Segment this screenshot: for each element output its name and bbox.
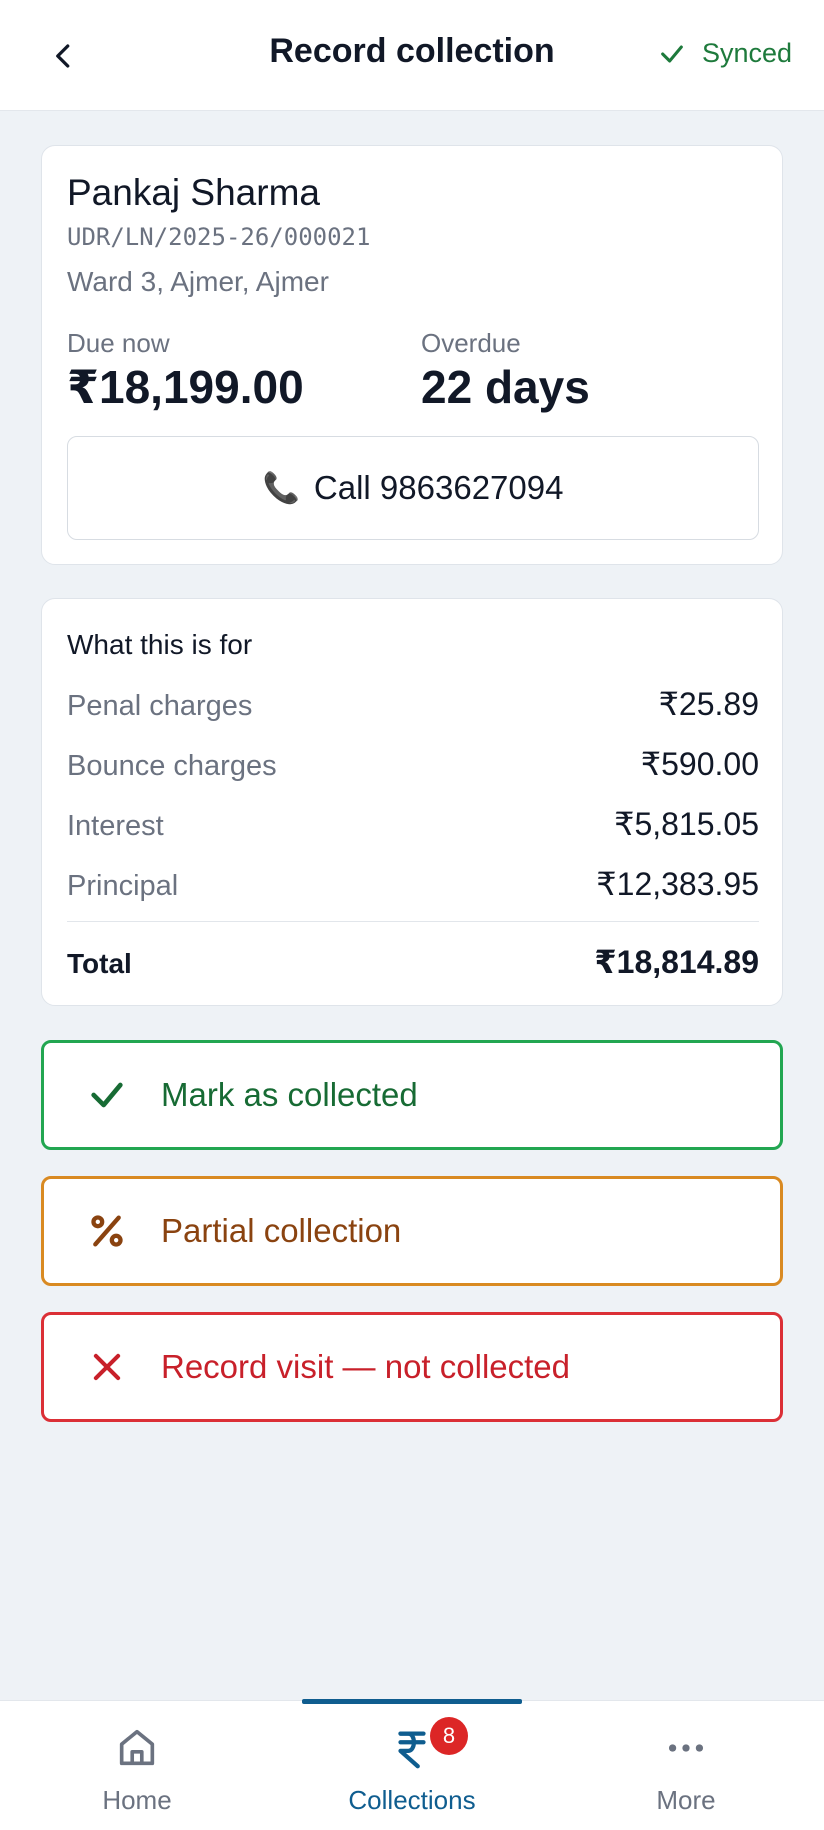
- nav-more-label: More: [656, 1785, 716, 1815]
- borrower-address: Ward 3, Ajmer, Ajmer: [67, 266, 329, 297]
- nav-more[interactable]: More: [549, 1701, 823, 1830]
- breakdown-total-row: Total ₹18,814.89: [67, 943, 759, 981]
- overdue-label: Overdue: [421, 328, 521, 358]
- phone-icon: 📞: [262, 471, 300, 505]
- breakdown-row-value: ₹590.00: [640, 746, 759, 782]
- borrower-name: Pankaj Sharma: [67, 172, 320, 213]
- check-icon: [661, 44, 683, 63]
- breakdown-row-value: ₹12,383.95: [596, 866, 759, 902]
- home-icon: [119, 1729, 155, 1766]
- not-collected-label: Record visit — not collected: [161, 1348, 571, 1385]
- breakdown-row-value: ₹25.89: [658, 686, 759, 722]
- breakdown-card: What this is for Penal charges ₹25.89 Bo…: [41, 598, 783, 1006]
- mark-collected-label: Mark as collected: [161, 1076, 418, 1113]
- due-now-amount: ₹18,199.00: [67, 361, 304, 413]
- not-collected-button[interactable]: Record visit — not collected: [41, 1312, 783, 1422]
- breakdown-row: Interest ₹5,815.05: [67, 805, 759, 843]
- overdue-days: 22 days: [421, 361, 590, 413]
- mark-collected-button[interactable]: Mark as collected: [41, 1040, 783, 1150]
- breakdown-row-label: Interest: [67, 810, 164, 842]
- call-button-label: Call 9863627094: [313, 469, 564, 506]
- breakdown-row-label: Penal charges: [67, 690, 253, 722]
- borrower-card: Pankaj Sharma UDR/LN/2025-26/000021 Ward…: [41, 145, 783, 565]
- breakdown-row-label: Bounce charges: [67, 750, 277, 782]
- nav-collections-label: Collections: [348, 1785, 476, 1815]
- due-now-label: Due now: [67, 328, 170, 358]
- close-icon: [93, 1353, 121, 1381]
- partial-collection-label: Partial collection: [161, 1212, 402, 1249]
- partial-collection-button[interactable]: Partial collection: [41, 1176, 783, 1286]
- nav-collections[interactable]: 8 Collections: [275, 1701, 549, 1830]
- more-icon: [668, 1744, 704, 1752]
- sync-status-label: Synced: [701, 38, 792, 68]
- rupee-icon: [398, 1731, 426, 1769]
- percent-icon: [91, 1215, 123, 1247]
- total-label: Total: [67, 948, 132, 979]
- check-icon: [91, 1082, 123, 1108]
- nav-home-label: Home: [102, 1785, 172, 1815]
- breakdown-title: What this is for: [67, 629, 253, 660]
- breakdown-row: Penal charges ₹25.89: [67, 685, 759, 723]
- loan-id: UDR/LN/2025-26/000021: [67, 223, 371, 251]
- breakdown-row: Bounce charges ₹590.00: [67, 745, 759, 783]
- breakdown-divider: [67, 921, 759, 922]
- app-header: Record collection Synced: [0, 0, 824, 111]
- call-button[interactable]: 📞 Call 9863627094: [67, 436, 759, 540]
- breakdown-row-value: ₹5,815.05: [614, 806, 759, 842]
- total-value: ₹18,814.89: [594, 944, 759, 980]
- breakdown-row-label: Principal: [67, 870, 179, 902]
- breakdown-row: Principal ₹12,383.95: [67, 865, 759, 903]
- nav-home[interactable]: Home: [0, 1701, 274, 1830]
- collections-badge: 8: [430, 1717, 468, 1755]
- sync-status: Synced: [658, 38, 792, 69]
- bottom-nav: Home 8 Collections More: [0, 1699, 824, 1830]
